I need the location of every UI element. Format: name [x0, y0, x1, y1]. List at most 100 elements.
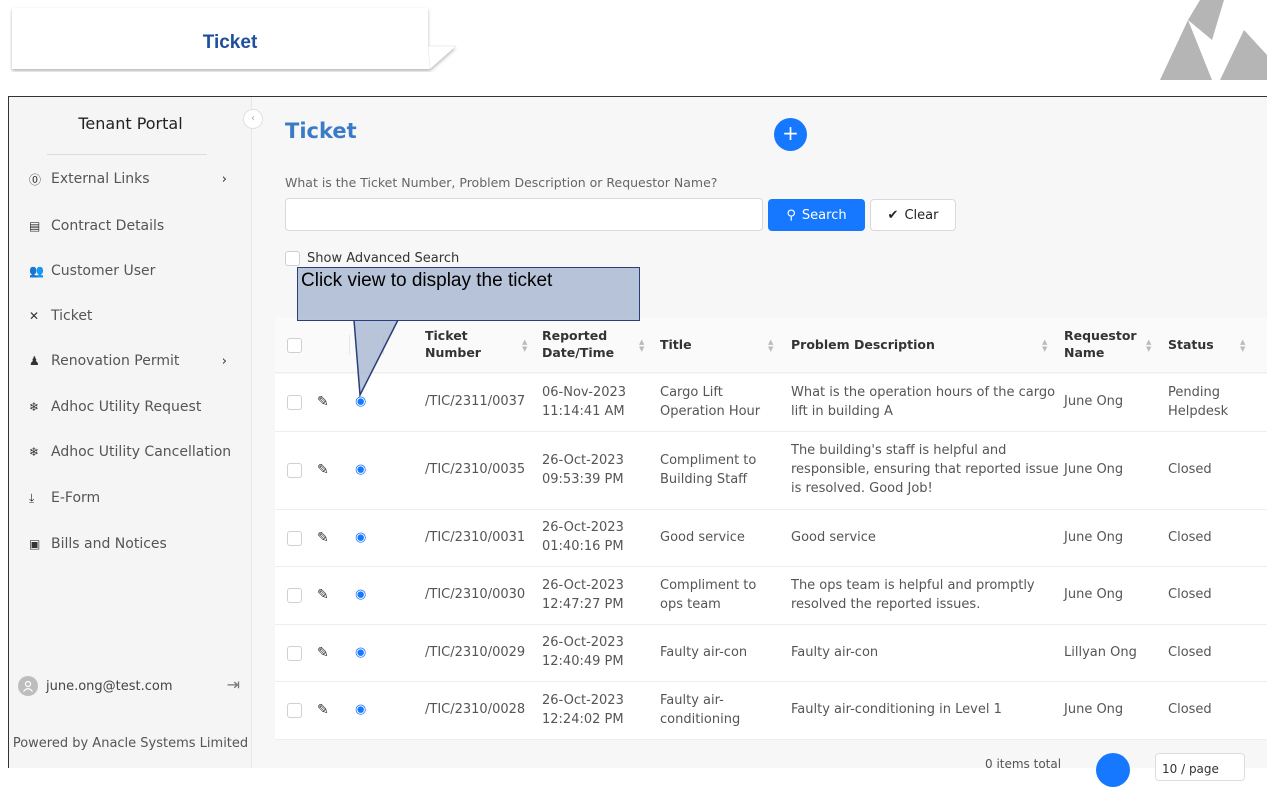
sidebar-item-external-links[interactable]: ⓪ External Links ›: [29, 167, 239, 191]
sort-icon[interactable]: ▲ ▼: [1146, 339, 1151, 353]
row-checkbox[interactable]: [287, 645, 302, 661]
page-title: Ticket: [285, 119, 357, 143]
table-row[interactable]: ✎ ◉ /TIC/2310/0031 26-Oct-2023 01:40:16 …: [275, 510, 1267, 567]
search-button[interactable]: ⚲ Search: [768, 199, 865, 231]
table-row[interactable]: ✎ ◉ /TIC/2310/0035 26-Oct-2023 09:53:39 …: [275, 432, 1267, 510]
user-icon: [23, 680, 33, 692]
cell-reported-date-time: 26-Oct-2023 09:53:39 PM: [542, 432, 657, 509]
user-email: june.ong@test.com: [46, 678, 173, 694]
select-all-checkbox-cell[interactable]: [287, 317, 302, 373]
search-input[interactable]: [285, 198, 763, 231]
view-eye-icon[interactable]: ◉: [355, 432, 366, 509]
cell-problem-description: The building's staff is helpful and resp…: [791, 443, 1059, 496]
sidebar-item-label: Ticket: [51, 308, 93, 324]
document-icon: ▤: [29, 219, 41, 233]
row-checkbox[interactable]: [287, 463, 302, 478]
table-row[interactable]: ✎ ◉ /TIC/2310/0030 26-Oct-2023 12:47:27 …: [275, 567, 1267, 625]
table-row[interactable]: ✎ ◉ /TIC/2311/0037 06-Nov-2023 11:14:41 …: [275, 374, 1267, 432]
sort-icon[interactable]: ▲ ▼: [1042, 339, 1047, 353]
cell-requestor-name: June Ong: [1064, 529, 1124, 545]
row-checkbox[interactable]: [287, 395, 302, 410]
row-checkbox-cell[interactable]: [287, 567, 302, 624]
row-checkbox-cell[interactable]: [287, 510, 302, 566]
search-icon: ⚲: [786, 207, 796, 223]
question-circle-icon: ⓪: [29, 172, 42, 187]
row-checkbox[interactable]: [287, 530, 302, 546]
cell-title: Good service: [660, 529, 745, 545]
row-checkbox-cell[interactable]: [287, 625, 302, 681]
sidebar-item-adhoc-utility-cancellation[interactable]: ❄ Adhoc Utility Cancellation: [29, 440, 239, 464]
sort-icon[interactable]: ▲ ▼: [768, 339, 773, 353]
worker-icon: ♟: [29, 354, 40, 368]
callout-pointer: [353, 320, 399, 398]
cell-problem-description: Good service: [791, 529, 876, 545]
table-row[interactable]: ✎ ◉ /TIC/2310/0029 26-Oct-2023 12:40:49 …: [275, 625, 1267, 682]
cell-reported-date-time: 26-Oct-2023 12:47:27 PM: [542, 567, 657, 624]
header-reported-date-time[interactable]: Reported Date/Time: [542, 317, 632, 373]
header-ticket-number[interactable]: Ticket Number: [425, 317, 525, 373]
edit-pencil-icon[interactable]: ✎: [317, 432, 329, 509]
header-requestor-name[interactable]: Requestor Name: [1064, 317, 1144, 373]
cell-time: 12:47:27 PM: [542, 596, 624, 612]
cell-ticket-number: /TIC/2311/0037: [425, 394, 526, 410]
edit-pencil-icon[interactable]: ✎: [317, 625, 329, 681]
pagination-current-page[interactable]: [1096, 753, 1130, 787]
user-account-row[interactable]: june.ong@test.com ⇥: [9, 673, 252, 699]
view-eye-icon[interactable]: ◉: [355, 625, 366, 681]
row-checkbox-cell[interactable]: [287, 374, 302, 431]
row-checkbox[interactable]: [287, 703, 302, 718]
cell-ticket-number: /TIC/2310/0028: [425, 702, 526, 718]
advanced-search-checkbox[interactable]: [285, 251, 300, 266]
sidebar-item-renovation-permit[interactable]: ♟ Renovation Permit ›: [29, 349, 239, 373]
chevron-right-icon: ›: [221, 171, 227, 187]
cell-requestor-name: June Ong: [1064, 394, 1124, 410]
sidebar-item-label: Adhoc Utility Request: [51, 399, 202, 415]
view-eye-icon[interactable]: ◉: [355, 682, 366, 739]
cell-date: 26-Oct-2023: [542, 692, 624, 708]
header-problem-description[interactable]: Problem Description: [791, 317, 991, 373]
page-size-select[interactable]: 10 / page: [1155, 753, 1245, 781]
header-status[interactable]: Status: [1168, 317, 1228, 373]
advanced-search-label: Show Advanced Search: [307, 251, 460, 266]
cell-problem-description: Faulty air-con: [791, 644, 879, 660]
row-checkbox-cell[interactable]: [287, 432, 302, 509]
sidebar-item-bills-and-notices[interactable]: ▣ Bills and Notices: [29, 532, 239, 556]
sidebar-item-contract-details[interactable]: ▤ Contract Details: [29, 214, 239, 238]
clear-button[interactable]: ✔ Clear: [870, 199, 956, 231]
edit-pencil-icon[interactable]: ✎: [317, 374, 329, 431]
sidebar-title: Tenant Portal: [78, 114, 183, 133]
company-logo: [1160, 0, 1267, 80]
cell-status: Closed: [1168, 529, 1212, 545]
header-title[interactable]: Title: [660, 317, 750, 373]
table-row[interactable]: ✎ ◉ /TIC/2310/0028 26-Oct-2023 12:24:02 …: [275, 682, 1267, 740]
sort-icon[interactable]: ▲ ▼: [522, 339, 527, 353]
cell-reported-date-time: 26-Oct-2023 12:40:49 PM: [542, 625, 657, 681]
edit-pencil-icon[interactable]: ✎: [317, 567, 329, 624]
edit-pencil-icon[interactable]: ✎: [317, 510, 329, 566]
cell-ticket-number: /TIC/2310/0031: [425, 529, 526, 545]
sidebar-item-adhoc-utility-request[interactable]: ❄ Adhoc Utility Request: [29, 395, 239, 419]
sort-icon[interactable]: ▲ ▼: [1240, 339, 1245, 353]
add-ticket-button[interactable]: +: [774, 118, 807, 151]
sidebar-item-e-form[interactable]: ⤓ E-Form: [29, 486, 239, 510]
cell-time: 12:24:02 PM: [542, 711, 624, 727]
sidebar-item-label: Customer User: [51, 263, 156, 279]
cell-title: Compliment to Building Staff: [660, 452, 757, 487]
row-checkbox[interactable]: [287, 588, 302, 603]
advanced-search-toggle[interactable]: Show Advanced Search: [285, 251, 459, 266]
cell-time: 11:14:41 AM: [542, 403, 625, 419]
select-all-checkbox[interactable]: [287, 337, 302, 353]
cell-reported-date-time: 06-Nov-2023 11:14:41 AM: [542, 374, 657, 431]
view-eye-icon[interactable]: ◉: [355, 567, 366, 624]
logout-icon[interactable]: ⇥: [227, 675, 240, 694]
sidebar-item-ticket[interactable]: ✕ Ticket: [29, 304, 239, 328]
sidebar-item-label: Renovation Permit: [51, 353, 180, 369]
row-checkbox-cell[interactable]: [287, 682, 302, 739]
users-icon: 👥: [29, 264, 44, 278]
sidebar-item-customer-user[interactable]: 👥 Customer User: [29, 259, 239, 283]
edit-pencil-icon[interactable]: ✎: [317, 682, 329, 739]
sidebar-divider: [47, 154, 207, 155]
view-eye-icon[interactable]: ◉: [355, 510, 366, 566]
collapse-sidebar-button[interactable]: ‹: [243, 109, 263, 129]
sort-icon[interactable]: ▲ ▼: [639, 339, 644, 353]
